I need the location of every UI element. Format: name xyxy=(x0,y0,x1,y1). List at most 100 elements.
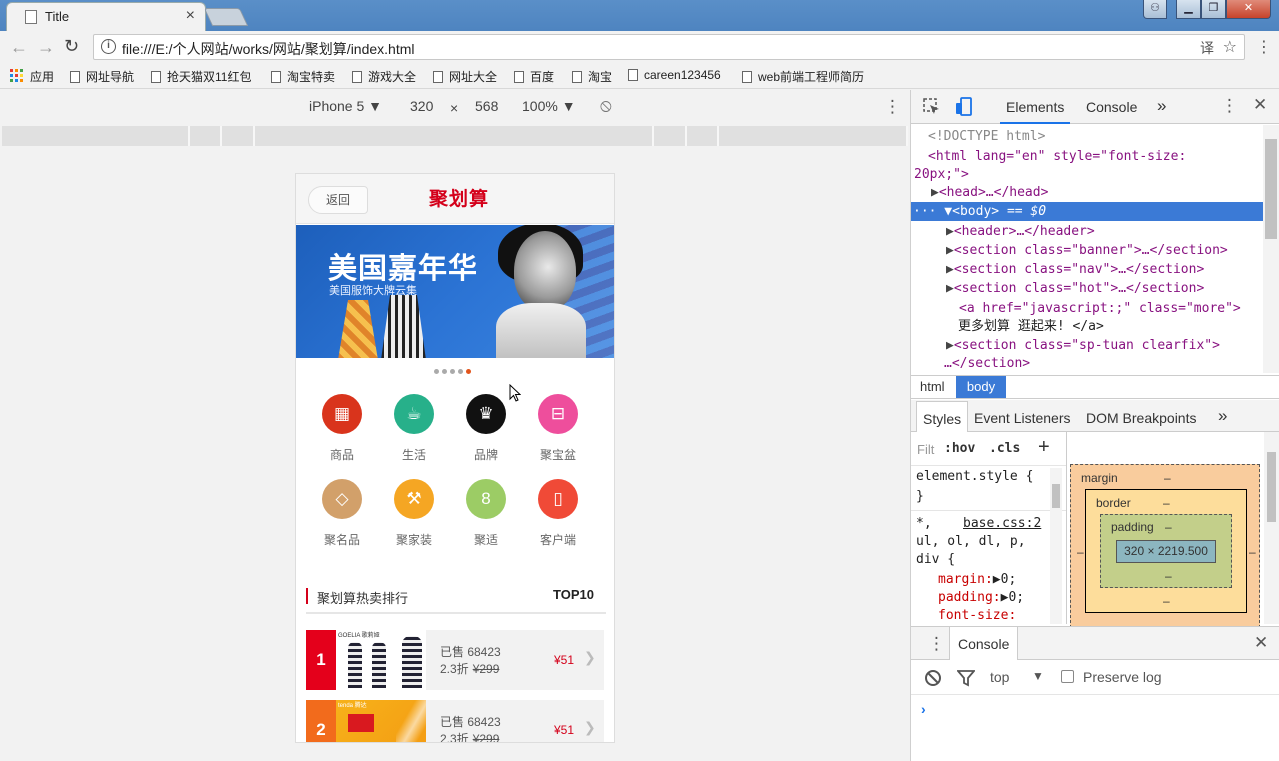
browser-tab[interactable]: Title × xyxy=(6,2,206,31)
height-input[interactable]: 568 xyxy=(475,98,498,114)
context-select[interactable]: top xyxy=(990,669,1009,685)
style-selector[interactable]: ul, ol, dl, p, xyxy=(916,534,1026,549)
bookmark-item[interactable]: 网址导航 xyxy=(70,68,134,85)
dom-line[interactable]: ▶<section class="banner">…</section> xyxy=(946,241,1228,260)
style-selector[interactable]: div { xyxy=(916,552,955,567)
bookmark-item[interactable]: 游戏大全 xyxy=(352,68,416,85)
tab-console[interactable]: Console xyxy=(1086,99,1137,115)
bookmark-item[interactable]: 抢天猫双11红包 xyxy=(151,68,251,85)
style-source-link[interactable]: base.css:2 xyxy=(963,516,1041,531)
dom-line[interactable]: 更多划算 逛起来! </a> xyxy=(958,317,1104,336)
top10-label[interactable]: TOP10 xyxy=(553,587,594,602)
style-property[interactable]: font-size: xyxy=(938,608,1016,623)
nav-item-home[interactable]: ⚒ 聚家装 xyxy=(378,479,450,548)
nav-item-brand[interactable]: ♛ 品牌 xyxy=(450,394,522,463)
address-bar[interactable]: i file:///E:/个人网站/works/网站/聚划算/index.htm… xyxy=(93,34,1245,60)
box-model[interactable]: margin – – – border – – padding – – 320 … xyxy=(1066,432,1264,628)
dom-line[interactable]: ▶<section class="hot">…</section> xyxy=(946,279,1204,298)
filter-input[interactable]: Filt xyxy=(917,442,934,457)
more-tabs-icon[interactable]: » xyxy=(1157,96,1166,116)
more-subtabs-icon[interactable]: » xyxy=(1218,406,1227,426)
media-query-bar[interactable] xyxy=(2,126,908,146)
forward-icon[interactable]: → xyxy=(37,37,55,58)
tab-dom-breakpoints[interactable]: DOM Breakpoints xyxy=(1086,410,1196,426)
carousel-dot[interactable] xyxy=(458,369,463,374)
bookmark-item[interactable]: 淘宝特卖 xyxy=(271,68,335,85)
browser-menu-icon[interactable]: ⋮ xyxy=(1256,37,1272,57)
tab-event-listeners[interactable]: Event Listeners xyxy=(974,410,1071,426)
devtools-menu-icon[interactable]: ⋮ xyxy=(1221,96,1238,116)
carousel-dot[interactable] xyxy=(442,369,447,374)
tab-console-drawer[interactable]: Console xyxy=(949,627,1019,660)
dom-line[interactable]: ▶<section class="nav">…</section> xyxy=(946,260,1204,279)
info-icon[interactable]: i xyxy=(101,39,116,54)
breadcrumb-body[interactable]: body xyxy=(956,376,1006,398)
bookmark-item[interactable]: 淘宝 xyxy=(572,68,612,85)
clear-console-icon[interactable] xyxy=(924,669,942,687)
preserve-log-checkbox[interactable] xyxy=(1061,670,1074,683)
back-icon[interactable]: ← xyxy=(10,37,28,58)
dom-line[interactable]: <a href="javascript:;" class="more"> xyxy=(959,299,1241,318)
console-prompt-icon[interactable]: › xyxy=(921,701,926,717)
nav-item-treasure[interactable]: ⊟ 聚宝盆 xyxy=(522,394,594,463)
drawer-menu-icon[interactable]: ⋮ xyxy=(928,634,945,654)
inspect-icon[interactable] xyxy=(923,98,941,116)
rank-item[interactable]: 1 GOELIA 歌莉娅 已售 68423 2.3折 ¥299 ¥51 ❯ xyxy=(306,630,604,690)
maximize-button[interactable]: ❐ xyxy=(1201,0,1226,19)
cls-toggle[interactable]: .cls xyxy=(989,441,1020,456)
device-select[interactable]: iPhone 5 ▼ xyxy=(309,98,382,114)
add-rule-icon[interactable]: + xyxy=(1038,436,1050,459)
bookmark-star-icon[interactable]: ☆ xyxy=(1223,37,1237,57)
style-selector[interactable]: *, xyxy=(916,516,932,531)
translate-icon[interactable]: 译 xyxy=(1200,38,1214,58)
nav-item-client[interactable]: ▯ 客户端 xyxy=(522,479,594,548)
tab-elements[interactable]: Elements xyxy=(999,99,1071,124)
carousel-dot[interactable] xyxy=(434,369,439,374)
nav-item-goods[interactable]: ▦ 商品 xyxy=(306,394,378,463)
bookmark-item[interactable]: web前端工程师简历 xyxy=(742,68,864,85)
bookmark-apps[interactable]: 应用 xyxy=(30,68,54,85)
chevron-down-icon[interactable]: ▼ xyxy=(1032,669,1044,683)
banner-image[interactable]: 美国嘉年华 美国服饰大牌云集 xyxy=(296,225,614,358)
style-rule[interactable]: element.style { xyxy=(916,469,1033,484)
tab-styles[interactable]: Styles xyxy=(916,401,969,432)
close-window-button[interactable]: ✕ xyxy=(1226,0,1271,19)
preserve-log-label[interactable]: Preserve log xyxy=(1083,669,1162,685)
bookmark-item[interactable]: 网址大全 xyxy=(433,68,497,85)
zoom-select[interactable]: 100% ▼ xyxy=(522,98,576,114)
styles-scrollbar[interactable] xyxy=(1050,468,1062,624)
carousel-dot[interactable] xyxy=(450,369,455,374)
rank-item[interactable]: 2 tenda 腾达 已售 68423 2.3折 ¥299 ¥51 ❯ xyxy=(306,700,604,742)
dom-line[interactable]: ▶<head>…</head> xyxy=(931,183,1048,202)
dom-line[interactable]: 20px;"> xyxy=(914,165,969,184)
reload-icon[interactable]: ↻ xyxy=(64,36,79,57)
boxmodel-scrollbar[interactable] xyxy=(1264,432,1279,624)
dom-line[interactable]: <html lang="en" style="font-size: xyxy=(928,147,1186,166)
bookmark-item[interactable]: 百度 xyxy=(514,68,554,85)
dom-scrollbar[interactable] xyxy=(1263,125,1279,373)
style-property[interactable]: margin:▶0; xyxy=(938,572,1016,587)
carousel-dot[interactable] xyxy=(466,369,471,374)
bookmark-item[interactable]: careen123456 xyxy=(628,68,721,82)
minimize-button[interactable]: ▁ xyxy=(1176,0,1201,19)
breadcrumb-html[interactable]: html xyxy=(920,379,945,394)
dom-line[interactable]: ▶<header>…</header> xyxy=(946,222,1095,241)
dom-line-selected[interactable]: ··· ▼<body> == $0 xyxy=(911,202,1263,221)
close-devtools-icon[interactable]: ✕ xyxy=(1253,95,1267,115)
hov-toggle[interactable]: :hov xyxy=(944,441,975,456)
device-toggle-icon[interactable] xyxy=(955,97,973,117)
url-text[interactable]: file:///E:/个人网站/works/网站/聚划算/index.html xyxy=(122,39,415,59)
device-more-icon[interactable]: ⋮ xyxy=(884,97,901,117)
dom-line[interactable]: …</section> xyxy=(944,354,1030,373)
filter-icon[interactable] xyxy=(957,669,975,687)
nav-item-fit[interactable]: 8 聚适 xyxy=(450,479,522,548)
dom-tree[interactable]: <!DOCTYPE html> <html lang="en" style="f… xyxy=(911,125,1263,373)
rotate-icon[interactable]: ⦸ xyxy=(600,95,612,116)
apps-grid-icon[interactable] xyxy=(10,69,23,82)
tab-close-button[interactable]: × xyxy=(186,7,195,25)
dom-line[interactable]: ▶<section class="sp-tuan clearfix"> xyxy=(946,336,1220,355)
style-property[interactable]: padding:▶0; xyxy=(938,590,1024,605)
nav-item-luxury[interactable]: ◇ 聚名品 xyxy=(306,479,378,548)
width-input[interactable]: 320 xyxy=(410,98,433,114)
styles-pane[interactable]: Filt :hov .cls + element.style { } *, ba… xyxy=(911,432,1066,624)
